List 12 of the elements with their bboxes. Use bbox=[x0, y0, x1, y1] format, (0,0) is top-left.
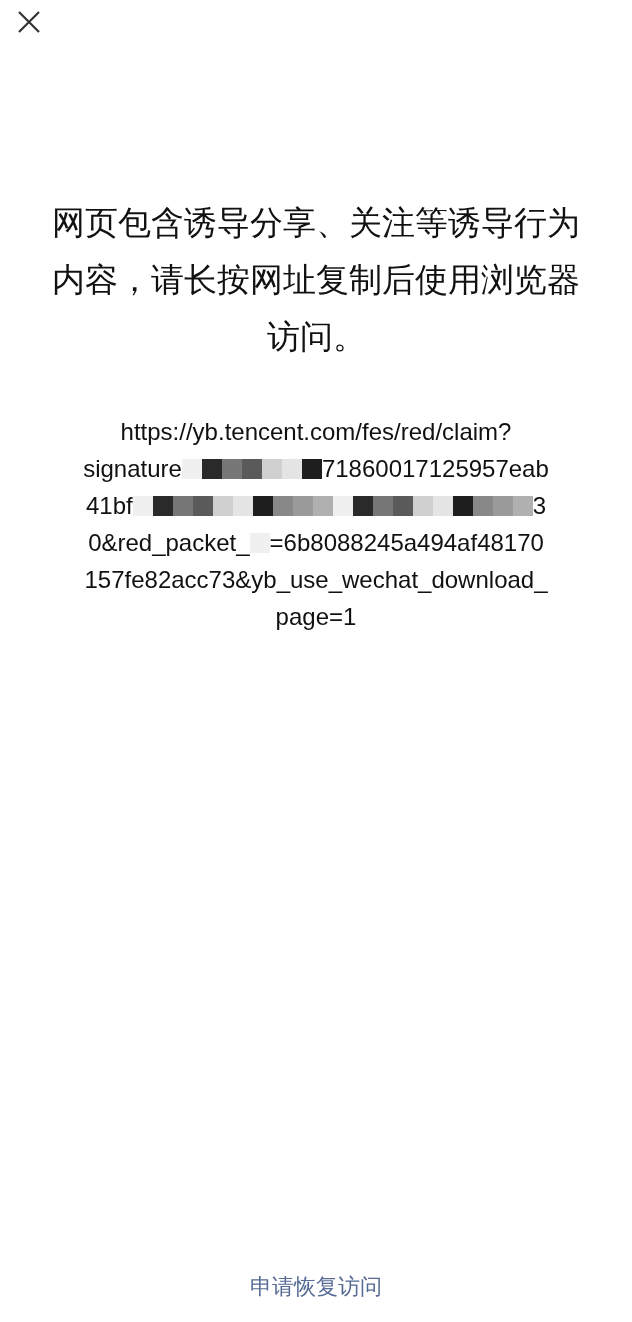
url-text: 71860017125957eab bbox=[321, 454, 549, 483]
url-text: page=1 bbox=[275, 602, 357, 631]
restore-access-link[interactable]: 申请恢复访问 bbox=[250, 1272, 382, 1302]
url-text: 41bf bbox=[85, 491, 133, 520]
close-button[interactable] bbox=[16, 9, 42, 35]
url-text: 157fe82acc73&yb_use_wechat_download_ bbox=[84, 565, 548, 594]
url-text: =6b8088245a494af48170 bbox=[269, 528, 544, 557]
url-text: 3 bbox=[532, 491, 547, 520]
url-text: https://yb.tencent.com/fes/red/claim? bbox=[120, 417, 512, 446]
url-text: 0&red_packet_ bbox=[88, 528, 250, 557]
notice-text: 网页包含诱导分享、关注等诱导行为内容，请长按网址复制后使用浏览器访问。 bbox=[51, 202, 581, 358]
url-text: signature bbox=[83, 454, 182, 483]
